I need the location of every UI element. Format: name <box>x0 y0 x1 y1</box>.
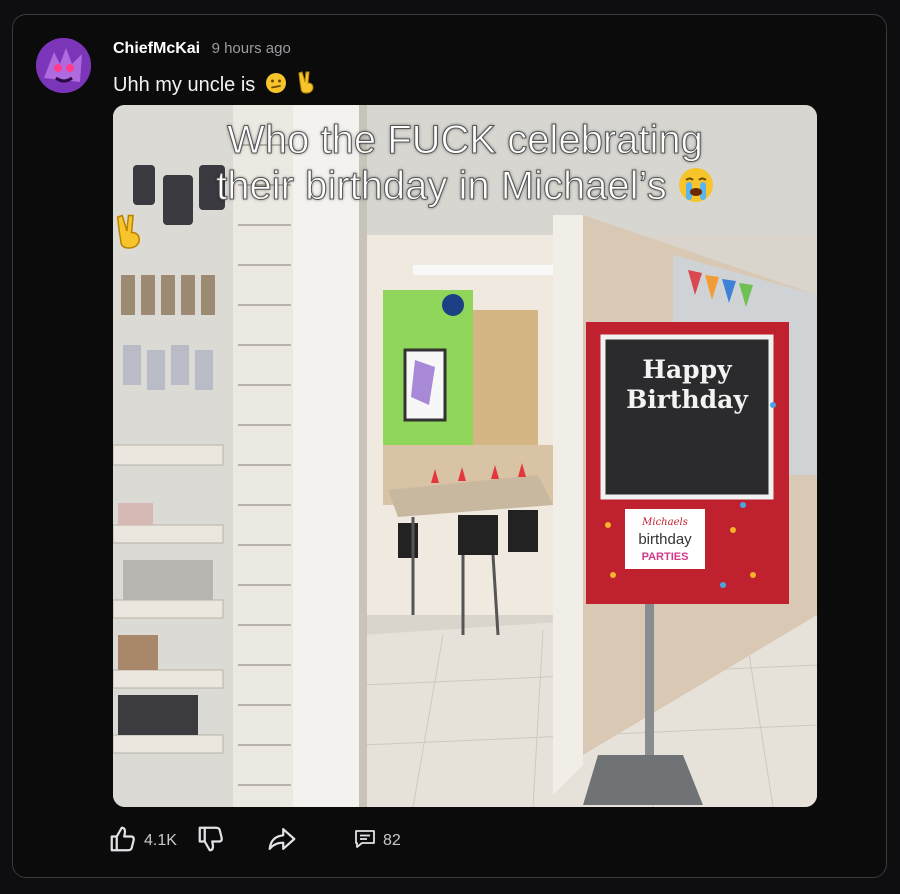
sign-sub-birthday: birthday <box>638 531 692 548</box>
upvote-button[interactable]: 4.1K <box>108 821 177 861</box>
upvote-count: 4.1K <box>144 832 177 849</box>
share-button[interactable] <box>266 821 298 861</box>
action-bar: 4.1K 82 <box>108 821 508 861</box>
loudly-crying-face-icon <box>678 167 714 203</box>
victory-hand-icon <box>296 70 318 100</box>
comment-count: 82 <box>383 832 401 849</box>
comments-button[interactable]: 82 <box>353 821 401 861</box>
timestamp: 9 hours ago <box>211 40 291 57</box>
comment-text: Uhh my uncle is <box>113 74 256 96</box>
comment-card: ChiefMcKai 9 hours ago Uhh my uncle is H… <box>12 14 887 878</box>
thumbs-up-icon <box>108 824 138 859</box>
post-image[interactable]: Happy Birthday Michaels birthday PARTIES <box>113 105 817 807</box>
thumbs-down-icon <box>196 824 226 859</box>
caption-line-2-text: their birthday in Michael’s <box>216 164 668 209</box>
comment-meta: ChiefMcKai 9 hours ago <box>113 40 291 58</box>
caption-line-2: their birthday in Michael’s <box>113 163 817 209</box>
downvote-button[interactable] <box>196 821 226 861</box>
victory-hand-icon-large <box>113 211 817 251</box>
username[interactable]: ChiefMcKai <box>113 40 200 57</box>
comment-body: Uhh my uncle is <box>113 70 318 100</box>
sign-sub-parties: PARTIES <box>642 551 689 563</box>
sign-text-birthday: Birthday <box>626 385 749 414</box>
birthday-sign: Happy Birthday Michaels birthday PARTIES <box>586 322 789 604</box>
comment-bubble-icon <box>353 827 377 856</box>
confused-face-icon <box>265 72 287 100</box>
caption-line-1: Who the FUCK celebrating <box>227 118 704 163</box>
share-arrow-icon <box>266 824 298 859</box>
sign-text-happy: Happy <box>642 355 733 384</box>
avatar[interactable] <box>36 38 91 93</box>
image-caption: Who the FUCK celebrating their birthday … <box>113 117 817 251</box>
sign-brand: Michaels <box>641 517 688 528</box>
